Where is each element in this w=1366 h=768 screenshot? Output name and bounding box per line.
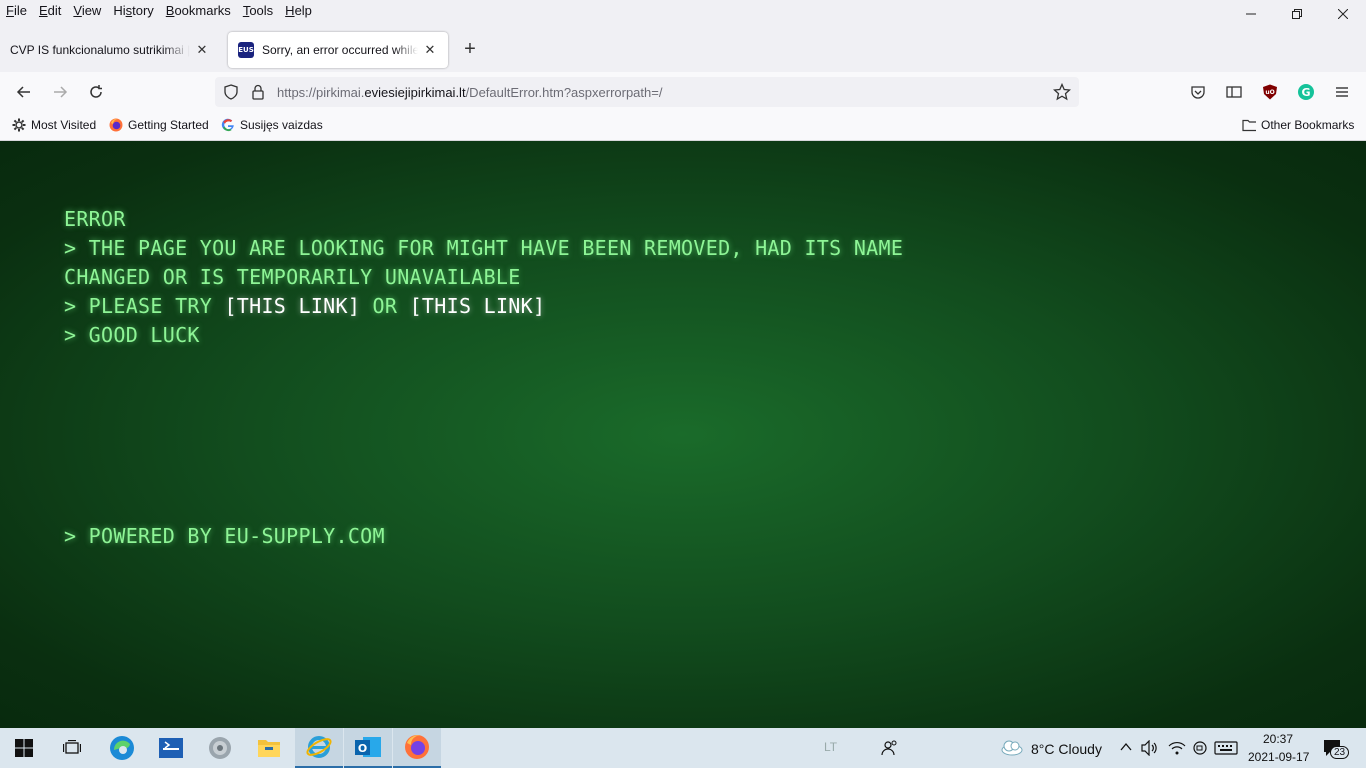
menu-bar: File Edit View History Bookmarks Tools Help [0,0,1366,22]
meet-now-icon[interactable] [1192,740,1208,759]
people-icon[interactable] [868,728,912,768]
menu-item-bookmarks[interactable]: Bookmarks [160,1,237,21]
menu-item-history[interactable]: History [107,1,159,21]
chevron-up-icon[interactable] [1120,741,1132,755]
bookmark-most-visited[interactable]: Most Visited [12,118,96,132]
or-text: OR [360,294,410,318]
other-bookmarks[interactable]: Other Bookmarks [1242,118,1354,132]
menu-item-file[interactable]: File [0,1,33,21]
volume-icon[interactable] [1141,739,1159,759]
folder-icon [1242,118,1256,132]
task-view-icon[interactable] [48,728,96,768]
this-link-2[interactable]: [THIS LINK] [410,294,546,318]
bookmark-susijes-vaizdas[interactable]: Susijęs vaizdas [221,118,323,132]
error-heading: ERROR [64,207,126,231]
close-tab-icon[interactable]: ✕ [422,42,438,58]
menu-item-tools[interactable]: Tools [237,1,279,21]
pocket-icon[interactable] [1186,80,1210,104]
this-link-1[interactable]: [THIS LINK] [224,294,360,318]
window-controls [1228,0,1366,28]
reload-button[interactable] [84,80,108,104]
other-bookmarks-label: Other Bookmarks [1261,118,1355,132]
notifications-button[interactable]: 23 [1322,737,1350,762]
back-button[interactable] [12,80,36,104]
outlook-icon[interactable]: O [344,728,392,768]
error-message-line2: CHANGED OR IS TEMPORARILY UNAVAILABLE [64,265,521,289]
bookmark-getting-started[interactable]: Getting Started [109,118,209,132]
close-tab-icon[interactable]: ✕ [194,42,210,58]
try-prefix: > PLEASE TRY [64,294,225,318]
tab-strip: CVP IS funkcionalumo sutrikimai | VPT ✕ … [0,28,1366,72]
good-luck-line: > GOOD LUCK [64,323,200,347]
ublock-origin-icon[interactable]: uO [1258,80,1282,104]
internet-explorer-icon[interactable] [295,728,343,768]
page-content: ERROR > THE PAGE YOU ARE LOOKING FOR MIG… [0,141,1366,728]
windows-taskbar: O LT 8°C Cloudy 20:37 2021-09-17 23 [0,728,1366,768]
bookmarks-bar: Most Visited Getting Started Susijęs vai… [0,112,1366,141]
close-window-button[interactable] [1320,0,1366,28]
tab-cvp-is[interactable]: CVP IS funkcionalumo sutrikimai | VPT ✕ [0,32,220,68]
url-bar[interactable]: https://pirkimai.eviesiejipirkimai.lt/De… [215,77,1079,107]
start-button[interactable] [0,728,48,768]
firefox-taskbar-icon[interactable] [393,728,441,768]
weather-text[interactable]: 8°C Cloudy [1031,741,1102,757]
menu-item-help[interactable]: Help [279,1,318,21]
grammarly-icon[interactable]: G [1294,80,1318,104]
clock-time[interactable]: 20:37 [1263,732,1293,746]
forward-button[interactable] [48,80,72,104]
bookmark-label: Getting Started [128,118,209,132]
google-icon [221,118,235,132]
nav-bar: https://pirkimai.eviesiejipirkimai.lt/De… [0,72,1366,112]
notification-count: 23 [1330,746,1350,759]
svg-text:G: G [1301,86,1310,99]
svg-text:O: O [358,742,367,755]
lock-icon[interactable] [251,84,265,103]
tab-title: CVP IS funkcionalumo sutrikimai | VPT [10,43,190,57]
error-message-line1: > THE PAGE YOU ARE LOOKING FOR MIGHT HAV… [64,236,904,260]
bookmark-label: Most Visited [31,118,97,132]
bookmark-label: Susijęs vaizdas [240,118,323,132]
url-text[interactable]: https://pirkimai.eviesiejipirkimai.lt/De… [277,85,662,100]
file-explorer-icon[interactable] [245,728,293,768]
firefox-icon [109,118,123,132]
menu-item-edit[interactable]: Edit [33,1,67,21]
menu-item-view[interactable]: View [67,1,107,21]
keyboard-icon[interactable] [1214,740,1238,759]
terminal-app-icon[interactable] [147,728,195,768]
shield-icon[interactable] [223,84,239,103]
minimize-button[interactable] [1228,0,1274,28]
eus-favicon-icon: EUS [238,42,254,58]
hamburger-menu-icon[interactable] [1330,80,1354,104]
edge-icon[interactable] [98,728,146,768]
cloudy-weather-icon[interactable] [1000,738,1024,759]
tab-title: Sorry, an error occurred while processin… [262,43,418,57]
network-icon[interactable] [1168,740,1186,759]
star-bookmark-icon[interactable] [1052,82,1072,104]
gear-icon [12,118,26,132]
clock-date[interactable]: 2021-09-17 [1248,750,1309,764]
restore-button[interactable] [1274,0,1320,28]
tab-error-page[interactable]: EUS Sorry, an error occurred while proce… [228,32,448,68]
powered-by-line: > POWERED BY EU-SUPPLY.COM [64,524,385,548]
try-links-line: > PLEASE TRY [THIS LINK] OR [THIS LINK] [64,292,545,321]
svg-text:uO: uO [1265,89,1274,96]
reader-sidebar-icon[interactable] [1222,80,1246,104]
new-tab-button[interactable]: + [458,38,482,62]
disc-app-icon[interactable] [196,728,244,768]
language-indicator[interactable]: LT [824,740,837,754]
